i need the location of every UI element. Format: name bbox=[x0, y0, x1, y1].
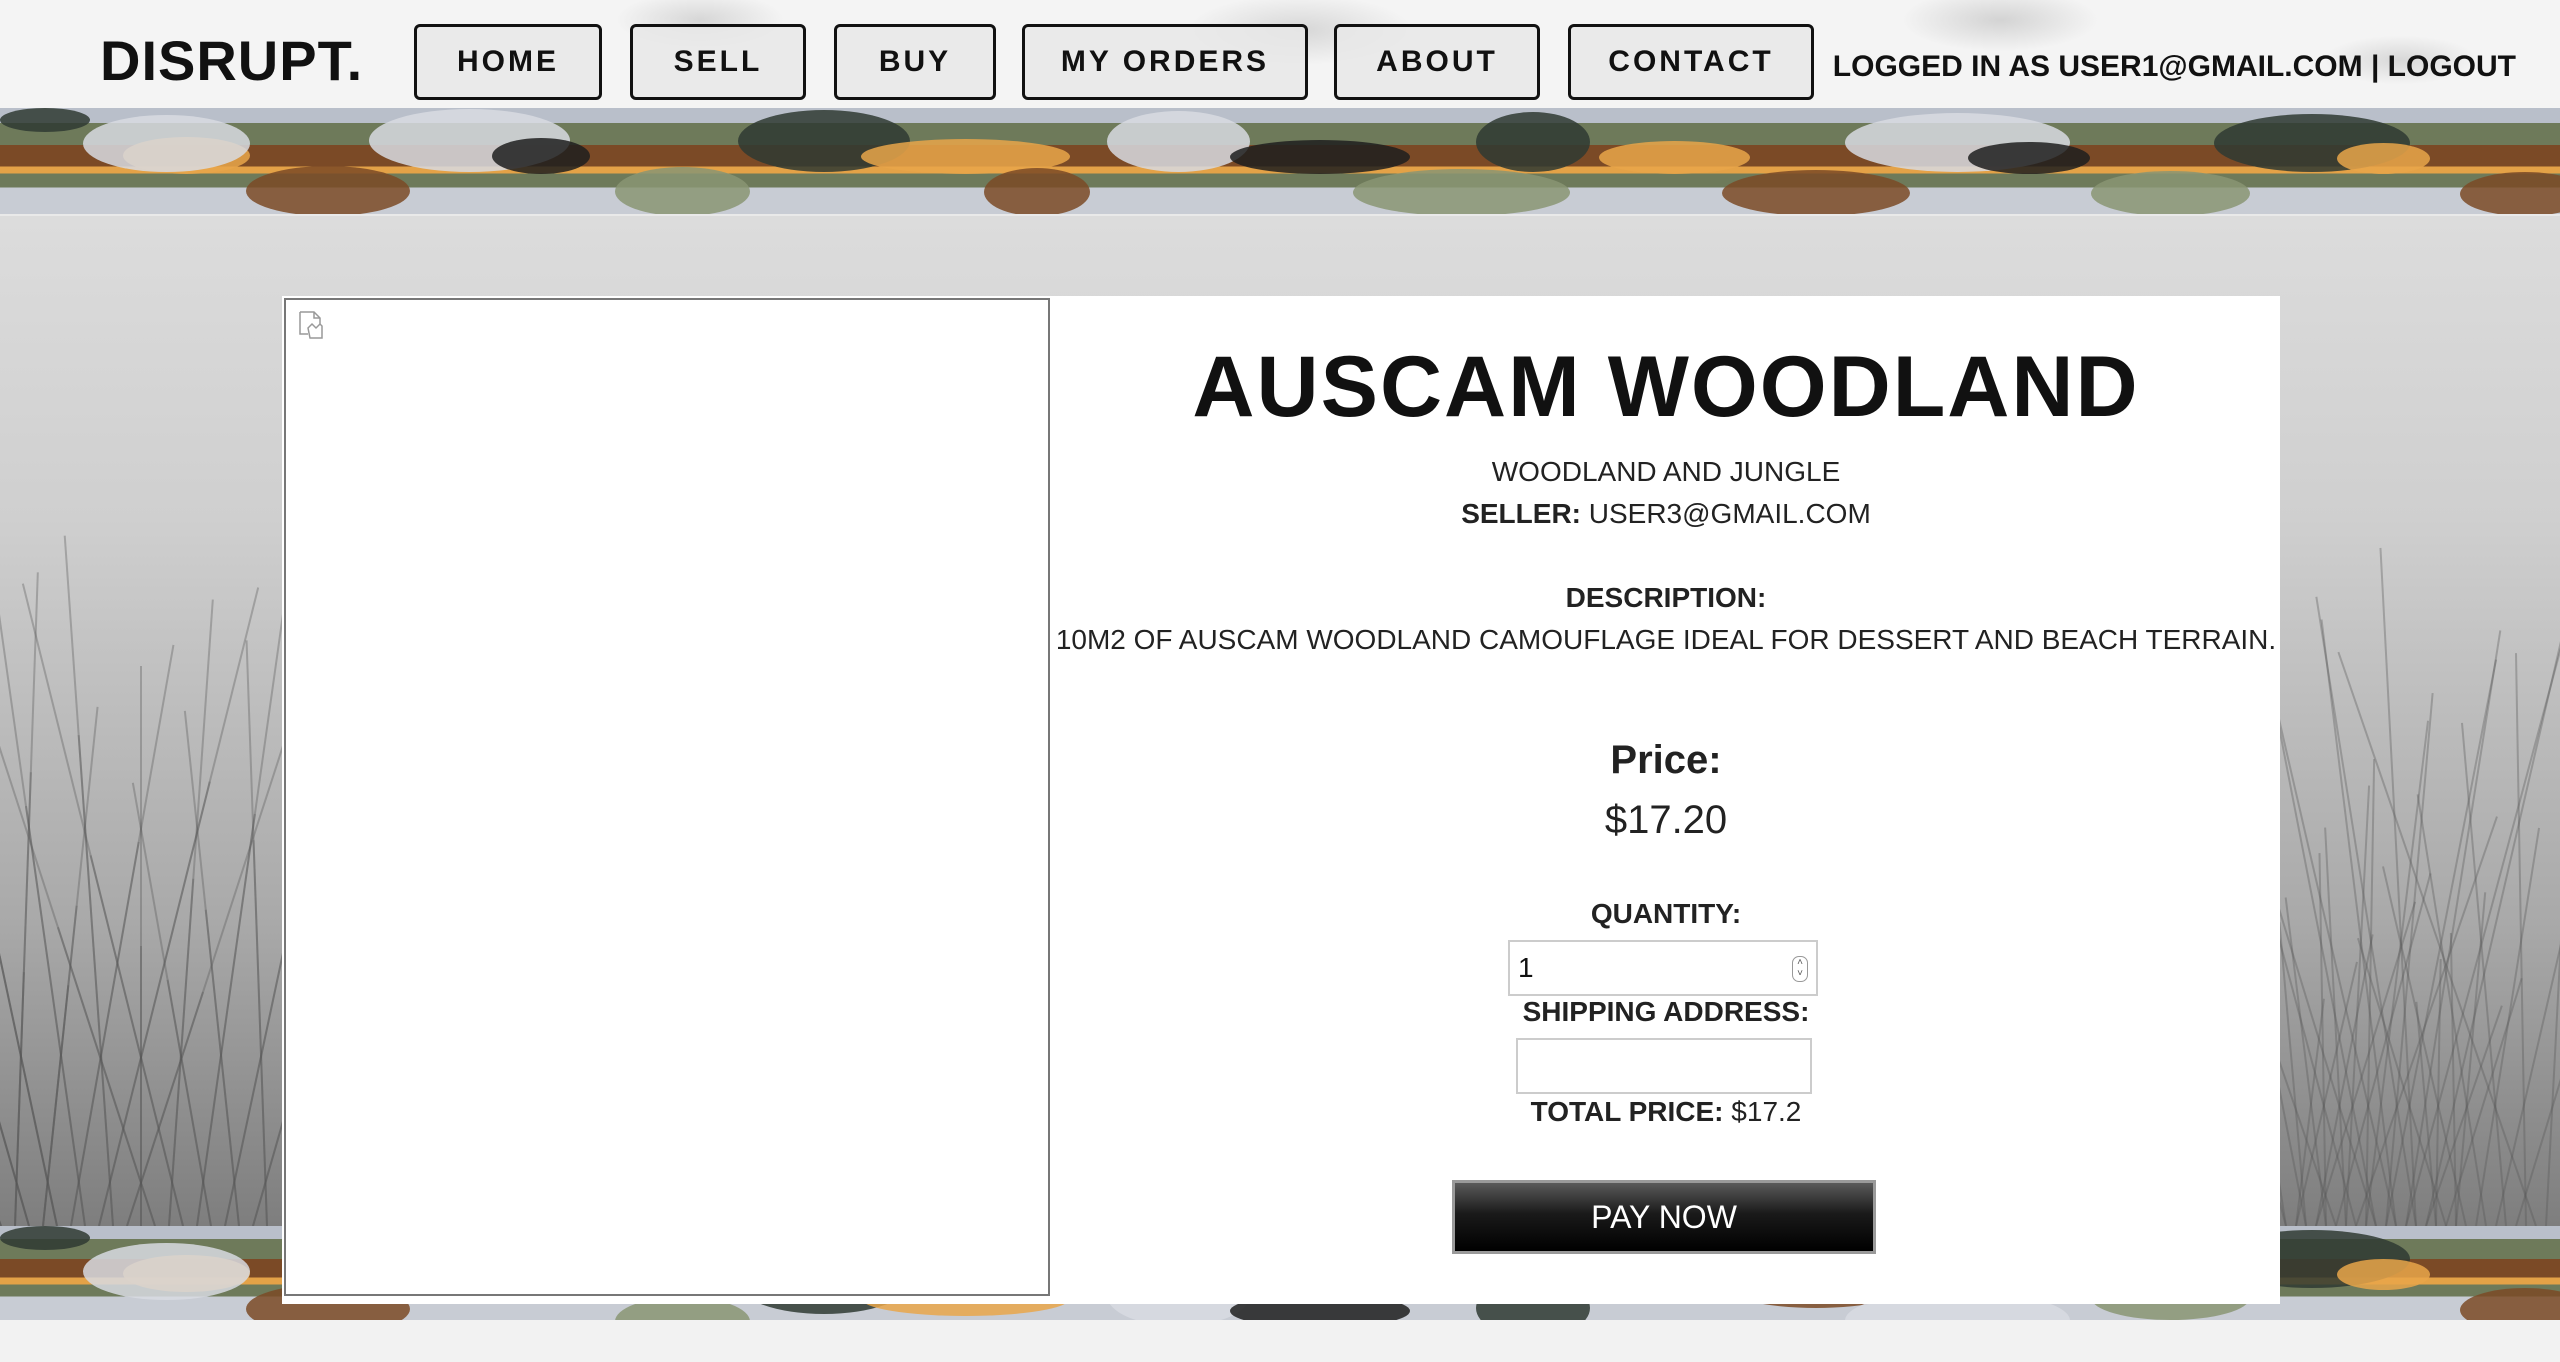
camo-pattern-blob bbox=[1107, 111, 1250, 172]
site-header: DISRUPT. HOME SELL BUY MY ORDERS ABOUT C… bbox=[0, 0, 2560, 112]
pay-now-button[interactable]: PAY NOW bbox=[1452, 1180, 1876, 1254]
camo-pattern-blob bbox=[1353, 169, 1570, 214]
camo-pattern-blob bbox=[1599, 141, 1750, 174]
nav-contact-button[interactable]: CONTACT bbox=[1568, 24, 1814, 100]
nav-my-orders-button[interactable]: MY ORDERS bbox=[1022, 24, 1308, 100]
camo-pattern-blob bbox=[1476, 112, 1590, 172]
camo-banner-top bbox=[0, 108, 2560, 214]
camo-pattern-blob bbox=[2091, 171, 2250, 214]
site-logo[interactable]: DISRUPT. bbox=[100, 28, 363, 93]
camo-pattern-blob bbox=[246, 166, 410, 214]
camo-pattern-blob bbox=[2337, 143, 2430, 174]
camo-pattern-blob bbox=[1230, 140, 1410, 174]
nav-sell-button[interactable]: SELL bbox=[630, 24, 806, 100]
product-image bbox=[284, 298, 1050, 1296]
total-price: TOTAL PRICE: $17.2 bbox=[1052, 1096, 2280, 1128]
camo-pattern-blob bbox=[83, 1243, 250, 1300]
product-title: AUSCAM WOODLAND bbox=[1192, 339, 2140, 435]
description-label: DESCRIPTION: bbox=[1565, 582, 1767, 613]
grass-stroke bbox=[2445, 978, 2523, 1227]
grass-stroke bbox=[196, 813, 256, 1227]
product-seller: SELLER: USER3@GMAIL.COM bbox=[1052, 498, 2280, 530]
grass-stroke bbox=[2449, 933, 2457, 1227]
camo-pattern-blob bbox=[83, 115, 250, 172]
total-price-label: TOTAL PRICE: bbox=[1530, 1096, 1724, 1127]
camo-pattern-blob bbox=[2460, 172, 2560, 214]
grass-stroke bbox=[0, 955, 58, 1227]
camo-pattern-blob bbox=[2460, 1288, 2560, 1320]
seller-value: USER3@GMAIL.COM bbox=[1588, 498, 1871, 529]
nav-about-button[interactable]: ABOUT bbox=[1334, 24, 1540, 100]
grass-stroke bbox=[245, 640, 268, 1227]
quantity-label: QUANTITY: bbox=[1590, 898, 1742, 929]
grass-stroke bbox=[0, 830, 2, 1227]
description-text: 10M2 OF AUSCAM WOODLAND CAMOUFLAGE IDEAL… bbox=[1055, 624, 2277, 655]
camo-pattern-blob bbox=[984, 168, 1090, 214]
price-label: Price: bbox=[1610, 738, 1722, 782]
total-price-value: $17.2 bbox=[1731, 1096, 1802, 1127]
broken-image-icon bbox=[299, 311, 323, 339]
seller-label: SELLER: bbox=[1461, 498, 1581, 529]
camo-pattern-blob bbox=[615, 167, 750, 214]
camo-pattern-blob bbox=[0, 108, 90, 132]
grass-stroke bbox=[0, 681, 58, 1227]
grass-stroke bbox=[126, 991, 204, 1227]
quantity-input[interactable]: 1 ˄ ˅ bbox=[1508, 940, 1818, 996]
nav-home-button[interactable]: HOME bbox=[414, 24, 602, 100]
product-card: AUSCAM WOODLAND WOODLAND AND JUNGLE SELL… bbox=[282, 296, 2280, 1304]
camo-pattern-blob bbox=[0, 1226, 90, 1250]
grass-stroke bbox=[0, 607, 86, 1227]
grass-stroke bbox=[0, 643, 2, 1227]
shipping-address-label: SHIPPING ADDRESS: bbox=[1522, 996, 1810, 1027]
nav-buy-button[interactable]: BUY bbox=[834, 24, 996, 100]
product-category: WOODLAND AND JUNGLE bbox=[1491, 456, 1841, 487]
price-value: $17.20 bbox=[1604, 798, 1728, 842]
quantity-value: 1 bbox=[1518, 952, 1534, 983]
footer-strip bbox=[0, 1320, 2560, 1362]
shipping-address-input[interactable] bbox=[1516, 1038, 1812, 1094]
camo-pattern-blob bbox=[492, 138, 590, 174]
camo-pattern-blob bbox=[2337, 1259, 2430, 1290]
camo-pattern-blob bbox=[1968, 142, 2090, 174]
product-details: AUSCAM WOODLAND WOODLAND AND JUNGLE SELL… bbox=[1052, 296, 2280, 1304]
login-status-link[interactable]: LOGGED IN AS USER1@GMAIL.COM | LOGOUT bbox=[1833, 50, 2516, 84]
number-spinner-icon[interactable]: ˄ ˅ bbox=[1792, 956, 1808, 982]
camo-pattern-blob bbox=[1722, 170, 1910, 214]
